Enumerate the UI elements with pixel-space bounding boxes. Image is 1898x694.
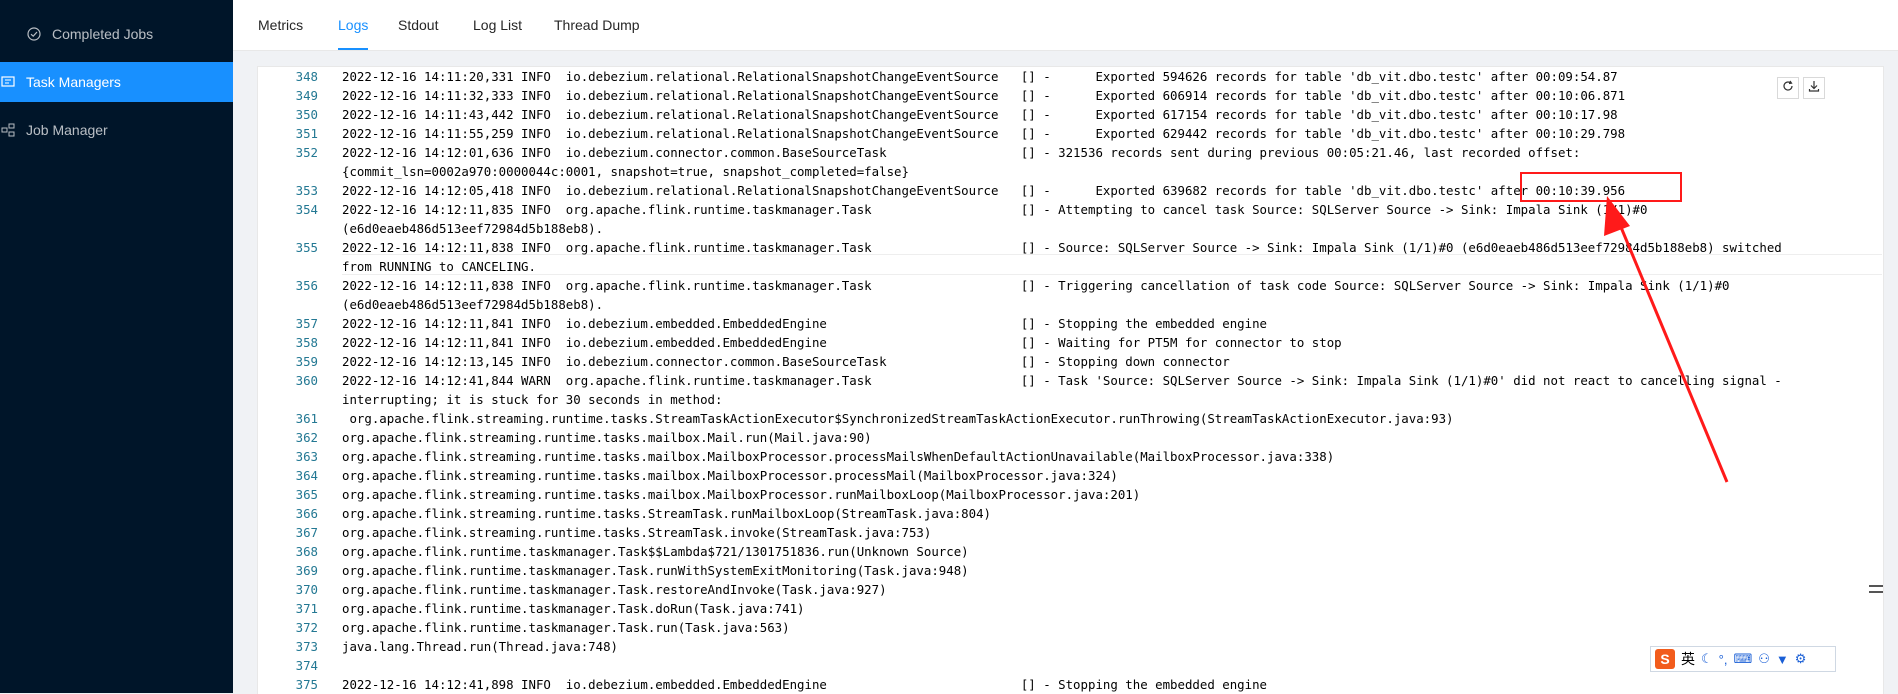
ime-logo: S	[1655, 649, 1675, 669]
user-icon[interactable]: ⚇	[1758, 651, 1770, 667]
annotation-arrow	[1604, 196, 1729, 483]
keyboard-icon[interactable]: ⌨	[1733, 651, 1752, 667]
wrench-icon[interactable]: ⚙	[1795, 651, 1807, 667]
ime-mode[interactable]: 英	[1681, 649, 1695, 669]
ime-toolbar[interactable]: S 英 ☾ °, ⌨ ⚇ ▼ ⚙	[1650, 646, 1836, 672]
moon-icon[interactable]: ☾	[1701, 651, 1713, 667]
punctuation-icon[interactable]: °,	[1719, 652, 1728, 667]
skin-icon[interactable]: ▼	[1776, 652, 1789, 667]
